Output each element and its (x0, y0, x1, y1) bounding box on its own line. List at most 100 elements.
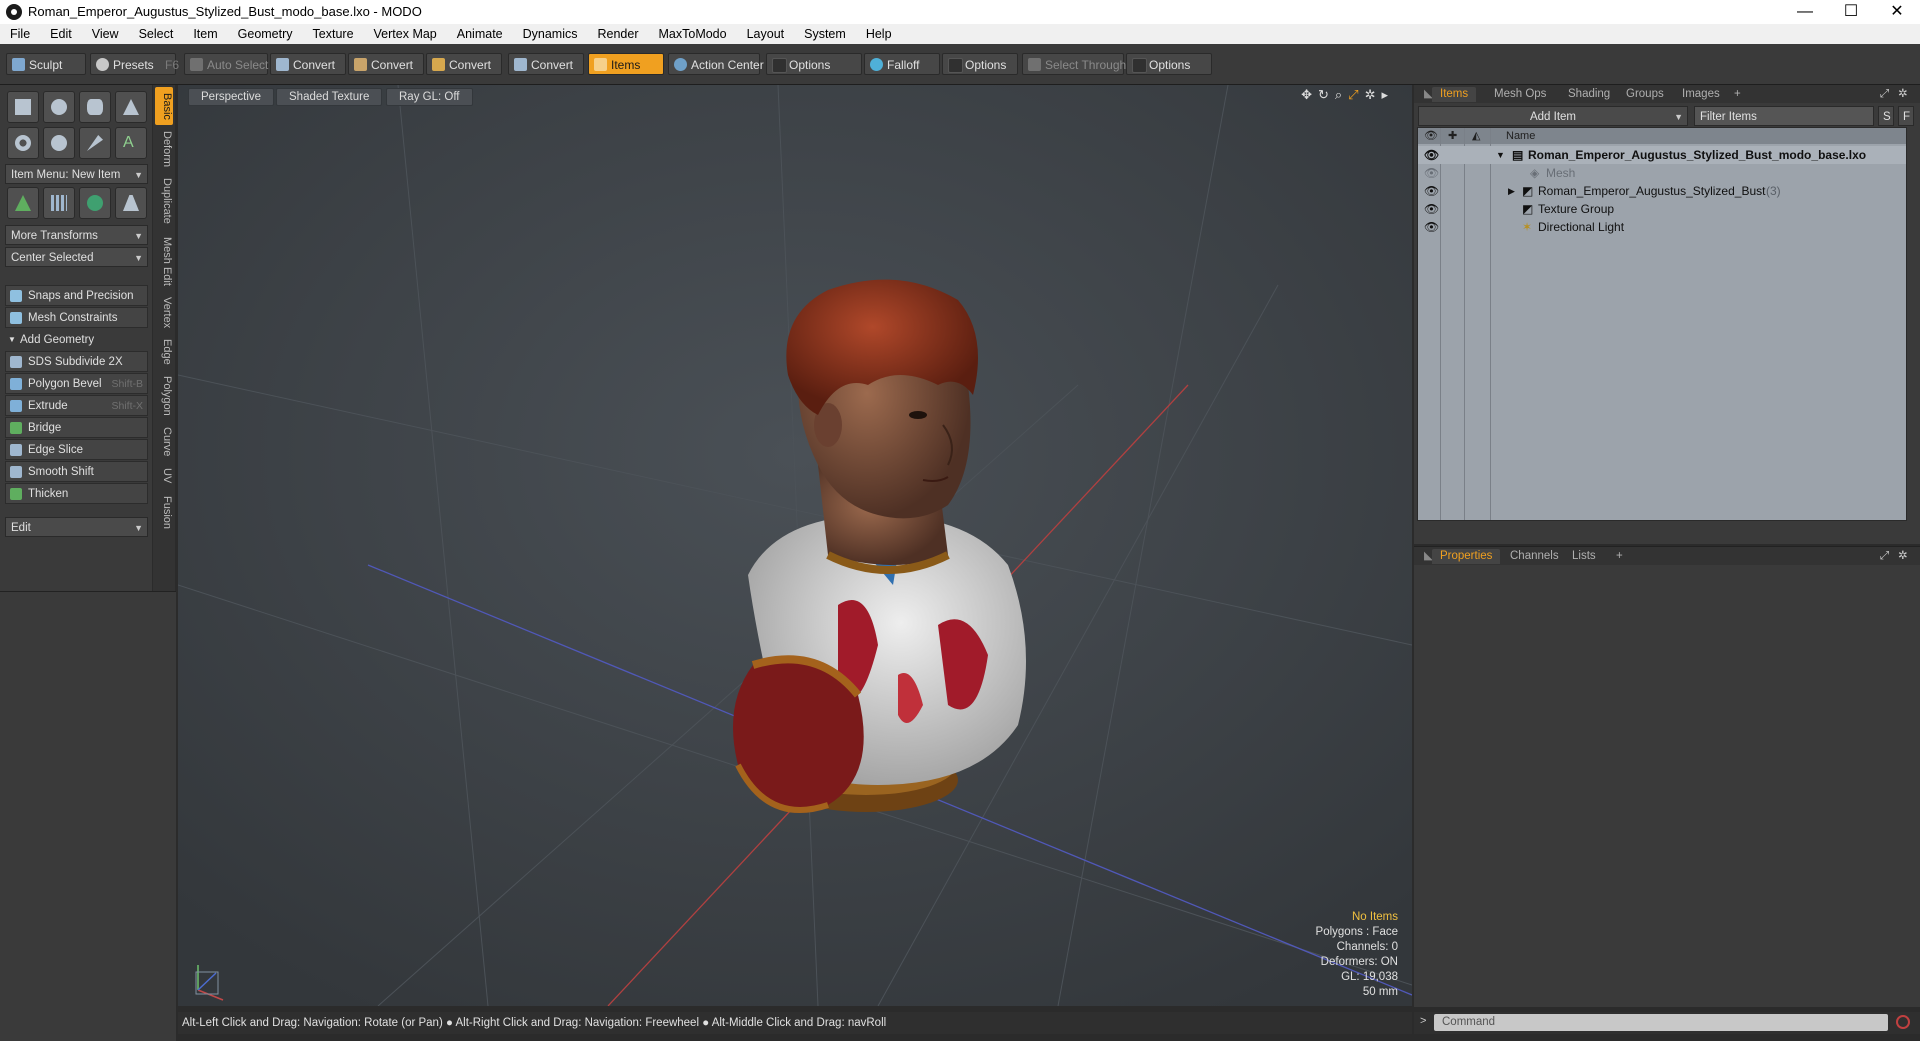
falloff-button[interactable]: Falloff (864, 53, 940, 75)
filter-f-button[interactable]: F (1898, 106, 1914, 126)
menu-render[interactable]: Render (588, 27, 649, 41)
polygon-bevel-button[interactable]: Polygon Bevel Shift-B (5, 373, 148, 394)
sphere-icon[interactable] (43, 91, 75, 123)
edit-dropdown[interactable]: Edit ▼ (5, 517, 148, 537)
tab-groups[interactable]: Groups (1618, 87, 1672, 102)
expand-icon[interactable]: ▶ (1508, 182, 1515, 200)
add-tab-icon[interactable]: + (1608, 549, 1631, 564)
menu-maxtomodo[interactable]: MaxToModo (649, 27, 737, 41)
menu-file[interactable]: File (0, 27, 40, 41)
tab-items[interactable]: Items (1432, 87, 1477, 102)
expand-icon[interactable]: ▼ (1496, 146, 1505, 164)
tab-polygon[interactable]: Polygon (155, 371, 173, 421)
tab-basic[interactable]: Basic (155, 87, 173, 125)
3d-viewport[interactable]: Perspective Shaded Texture Ray GL: Off ✥… (178, 85, 1412, 1006)
eye-icon[interactable]: 👁 (1424, 164, 1439, 182)
action-center-button[interactable]: Action Center (668, 53, 764, 75)
filter-items-input[interactable]: Filter Items (1694, 106, 1874, 126)
bridge-button[interactable]: Bridge (5, 417, 148, 438)
tab-uv[interactable]: UV (155, 463, 173, 489)
menu-animate[interactable]: Animate (447, 27, 513, 41)
raygl-toggle[interactable]: Ray GL: Off (386, 88, 473, 106)
text-icon[interactable]: A (115, 127, 147, 159)
menu-geometry[interactable]: Geometry (228, 27, 303, 41)
tab-deform[interactable]: Deform (155, 127, 173, 171)
menu-select[interactable]: Select (129, 27, 184, 41)
extrude-button[interactable]: Extrude Shift-X (5, 395, 148, 416)
name-column-header[interactable]: Name (1506, 128, 1535, 144)
add-geometry-header[interactable]: ▼ Add Geometry (5, 331, 148, 349)
menu-item[interactable]: Item (183, 27, 227, 41)
menu-system[interactable]: System (794, 27, 856, 41)
tab-lists[interactable]: Lists (1564, 549, 1604, 564)
eye-icon[interactable]: 👁 (1424, 200, 1439, 218)
convert-edges-button[interactable]: Convert (348, 53, 424, 75)
sds-subdivide-button[interactable]: SDS Subdivide 2X (5, 351, 148, 372)
tab-edge[interactable]: Edge (155, 335, 173, 369)
thicken-button[interactable]: Thicken (5, 483, 148, 504)
fit-icon[interactable]: ⤢ (1348, 87, 1364, 102)
tree-row-directional-light[interactable]: 👁 ✶ Directional Light (1418, 218, 1906, 236)
menu-texture[interactable]: Texture (303, 27, 364, 41)
convert-polygons-button[interactable]: Convert (426, 53, 502, 75)
torus-icon[interactable] (7, 127, 39, 159)
center-selected-dropdown[interactable]: Center Selected ▼ (5, 247, 148, 267)
shading-mode-button[interactable]: Shaded Texture (276, 88, 383, 106)
select-through-options-button[interactable]: Options (1126, 53, 1212, 75)
close-button[interactable]: ✕ (1874, 0, 1920, 24)
pan-icon[interactable]: ✥ (1301, 87, 1318, 102)
tab-vertex[interactable]: Vertex (155, 293, 173, 333)
snaps-and-precision-button[interactable]: Snaps and Precision (5, 285, 148, 306)
add-tab-icon[interactable]: + (1726, 87, 1749, 102)
menu-help[interactable]: Help (856, 27, 902, 41)
tab-curve[interactable]: Curve (155, 423, 173, 461)
scale-icon[interactable] (115, 187, 147, 219)
select-through-button[interactable]: Select Through (1022, 53, 1126, 75)
eye-icon[interactable]: 👁 (1424, 218, 1439, 236)
maximize-button[interactable]: ☐ (1828, 0, 1874, 24)
cylinder-icon[interactable] (79, 91, 111, 123)
tree-row-mesh[interactable]: 👁 ◈ Mesh (1418, 164, 1906, 182)
pen-icon[interactable] (79, 127, 111, 159)
cone-icon[interactable] (115, 91, 147, 123)
smooth-shift-button[interactable]: Smooth Shift (5, 461, 148, 482)
tab-properties[interactable]: Properties (1432, 549, 1501, 564)
capsule-icon[interactable] (43, 127, 75, 159)
cube-icon[interactable] (7, 91, 39, 123)
sculpt-button[interactable]: Sculpt (6, 53, 86, 75)
tab-shading[interactable]: Shading (1560, 87, 1618, 102)
gear-icon[interactable]: ✲ (1890, 87, 1916, 102)
tab-fusion[interactable]: Fusion (155, 491, 173, 535)
auto-select-button[interactable]: Auto Select (184, 53, 268, 75)
menu-vertex-map[interactable]: Vertex Map (364, 27, 447, 41)
tab-mesh-edit[interactable]: Mesh Edit (155, 231, 173, 291)
view-type-button[interactable]: Perspective (188, 88, 275, 106)
zoom-icon[interactable]: ⌕ (1335, 87, 1348, 102)
record-icon[interactable] (1896, 1015, 1910, 1029)
item-menu-dropdown[interactable]: Item Menu: New Item ▼ (5, 164, 148, 184)
rotate-icon[interactable]: ↻ (1318, 87, 1335, 102)
menu-view[interactable]: View (82, 27, 129, 41)
tab-images[interactable]: Images (1674, 87, 1728, 102)
menu-layout[interactable]: Layout (737, 27, 795, 41)
tab-mesh-ops[interactable]: Mesh Ops (1486, 87, 1554, 102)
items-mode-button[interactable]: Items (588, 53, 664, 75)
mesh-constraints-button[interactable]: Mesh Constraints (5, 307, 148, 328)
grid-icon[interactable] (43, 187, 75, 219)
convert-materials-button[interactable]: Convert (508, 53, 584, 75)
falloff-options-button[interactable]: Options (942, 53, 1018, 75)
tree-row-texture-group[interactable]: 👁 ◩ Texture Group (1418, 200, 1906, 218)
more-transforms-dropdown[interactable]: More Transforms ▼ (5, 225, 148, 245)
filter-s-button[interactable]: S (1878, 106, 1894, 126)
globe-icon[interactable] (79, 187, 111, 219)
eye-icon[interactable]: 👁 (1424, 182, 1439, 200)
add-item-dropdown[interactable]: Add Item ▼ (1418, 106, 1688, 126)
tab-duplicate[interactable]: Duplicate (155, 173, 173, 229)
menu-dynamics[interactable]: Dynamics (513, 27, 588, 41)
convert-vertices-button[interactable]: Convert (270, 53, 346, 75)
menu-edit[interactable]: Edit (40, 27, 82, 41)
command-input[interactable]: Command (1434, 1014, 1888, 1031)
edge-slice-button[interactable]: Edge Slice (5, 439, 148, 460)
eye-icon[interactable]: 👁 (1424, 146, 1439, 164)
tree-row-bust-group[interactable]: 👁 ▶ ◩ Roman_Emperor_Augustus_Stylized_Bu… (1418, 182, 1906, 200)
